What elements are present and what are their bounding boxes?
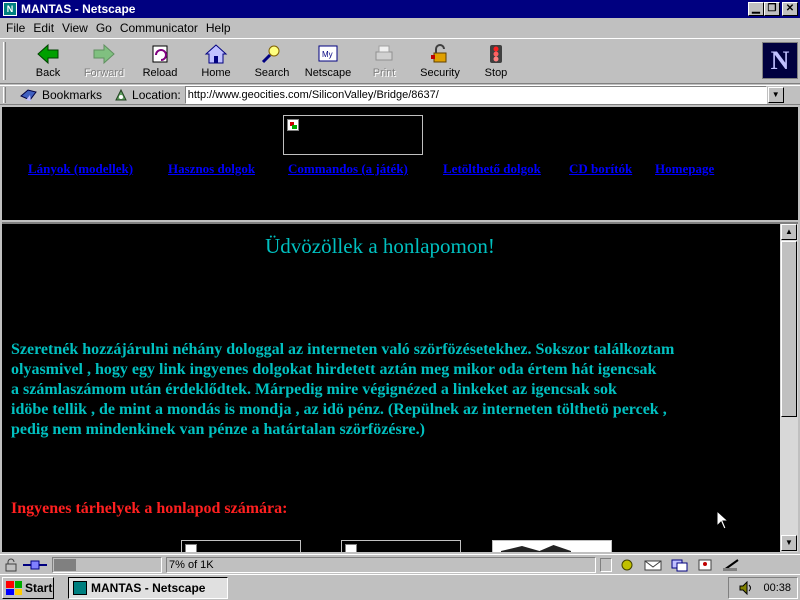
reload-button[interactable]: Reload: [132, 41, 188, 81]
vertical-scrollbar[interactable]: ▲ ▼: [780, 224, 798, 552]
nav-link-hasznos-dolgok[interactable]: Hasznos dolgok: [168, 161, 255, 177]
paragraph-line: idöbe tellik , de mint a mondás is mondj…: [11, 401, 667, 418]
broken-image-icon: [287, 119, 299, 131]
windows-logo-icon: [6, 581, 22, 595]
chevron-up-icon: ▲: [785, 227, 793, 236]
home-icon: [204, 44, 228, 64]
nav-link-cd-boritok[interactable]: CD borítók: [569, 161, 632, 177]
mouse-cursor-icon: [716, 510, 730, 530]
navigator-icon[interactable]: [616, 558, 638, 572]
paragraph-line: a számlaszámom után érdeklődtek. Márpedi…: [11, 381, 617, 398]
broken-image-icon: [345, 544, 357, 552]
component-bar-grip[interactable]: [600, 557, 612, 572]
security-button[interactable]: Security: [412, 41, 468, 81]
back-button[interactable]: Back: [20, 41, 76, 81]
main-content: Üdvözöllek a honlapomon! Szeretnék hozzá…: [2, 224, 780, 552]
scroll-up-button[interactable]: ▲: [781, 224, 797, 240]
nav-links: Lányok (modellek) Hasznos dolgok Command…: [2, 161, 798, 179]
bookmarks-button[interactable]: Bookmarks: [20, 88, 102, 102]
newsgroups-icon[interactable]: [668, 558, 690, 572]
forward-arrow-icon: [93, 43, 115, 65]
taskbar-item-netscape[interactable]: MANTAS - Netscape: [68, 577, 228, 599]
url-field[interactable]: http://www.geocities.com/SiliconValley/B…: [184, 86, 767, 104]
nav-link-letoltheto-dolgok[interactable]: Letölthető dolgok: [443, 161, 541, 177]
status-bar: 7% of 1K: [0, 554, 800, 574]
system-tray: 00:38: [728, 577, 798, 599]
close-button[interactable]: ✕: [782, 2, 798, 16]
hosting-logo-image[interactable]: [492, 540, 612, 552]
nav-link-commandos[interactable]: Commandos (a játék): [288, 161, 408, 177]
printer-icon: [375, 45, 393, 61]
menu-go[interactable]: Go: [92, 21, 116, 35]
broken-image-icon: [185, 544, 197, 552]
hosting-link-image[interactable]: [181, 540, 301, 552]
menu-file[interactable]: File: [2, 21, 29, 35]
netscape-icon: My: [318, 45, 338, 62]
chevron-down-icon: ▼: [785, 538, 793, 547]
stop-button[interactable]: Stop: [468, 41, 524, 81]
maximize-button[interactable]: ❐: [764, 2, 780, 16]
title-bar: N MANTAS - Netscape ▁ ❐ ✕: [0, 0, 800, 18]
forward-button[interactable]: Forward: [76, 41, 132, 81]
location-toolbar: Bookmarks Location: http://www.geocities…: [0, 85, 800, 105]
search-icon: [261, 45, 280, 64]
paragraph-line: Szeretnék hozzájárulni néhány dologgal a…: [11, 341, 675, 358]
netscape-logo[interactable]: N: [762, 42, 798, 79]
progress-fill: [54, 558, 77, 571]
security-lock-icon[interactable]: [2, 558, 20, 572]
menu-view[interactable]: View: [58, 21, 92, 35]
clock[interactable]: 00:38: [763, 582, 791, 594]
stop-icon: [490, 45, 502, 63]
scrollbar-thumb[interactable]: [781, 241, 797, 417]
start-button[interactable]: Start: [2, 577, 54, 599]
menu-communicator[interactable]: Communicator: [116, 21, 202, 35]
speaker-icon[interactable]: [739, 581, 753, 595]
minimize-button[interactable]: ▁: [748, 2, 764, 16]
netscape-button[interactable]: My Netscape: [300, 41, 356, 81]
status-text: 7% of 1K: [166, 556, 596, 573]
scroll-down-button[interactable]: ▼: [781, 535, 797, 551]
menu-bar: File Edit View Go Communicator Help: [0, 19, 800, 37]
address-book-icon[interactable]: [694, 558, 716, 572]
toolbar-grip[interactable]: [3, 42, 6, 80]
intro-paragraph: Szeretnék hozzájárulni néhány dologgal a…: [11, 340, 751, 440]
search-button[interactable]: Search: [244, 41, 300, 81]
back-arrow-icon: [37, 43, 59, 65]
progress-bar: [52, 556, 162, 573]
netscape-app-icon[interactable]: N: [3, 2, 17, 16]
banner-image-placeholder: [283, 115, 423, 155]
windows-taskbar: Start MANTAS - Netscape 00:38: [0, 574, 800, 600]
navigation-toolbar: Back Forward Reload Home Search My Netsc…: [0, 38, 800, 84]
url-dropdown-button[interactable]: ▼: [767, 87, 784, 103]
top-frame: Lányok (modellek) Hasznos dolgok Command…: [2, 107, 798, 220]
home-button[interactable]: Home: [188, 41, 244, 81]
nav-link-homepage[interactable]: Homepage: [655, 161, 714, 177]
hosting-link-image[interactable]: [341, 540, 461, 552]
print-button[interactable]: Print: [356, 41, 412, 81]
location-toolbar-grip[interactable]: [3, 87, 6, 103]
welcome-heading: Üdvözöllek a honlapomon!: [265, 234, 495, 258]
free-hosting-heading: Ingyenes tárhelyek a honlapod számára:: [11, 500, 288, 517]
netscape-app-icon: [73, 581, 87, 595]
menu-edit[interactable]: Edit: [29, 21, 58, 35]
location-label: Location:: [132, 88, 181, 102]
composer-icon[interactable]: [720, 558, 742, 572]
nav-link-lanyok[interactable]: Lányok (modellek): [28, 161, 133, 177]
menu-help[interactable]: Help: [202, 21, 235, 35]
bookmarks-icon: [20, 89, 37, 101]
paragraph-line: olyasmivel , hogy egy link ingyenes dolg…: [11, 361, 657, 378]
mail-icon[interactable]: [642, 558, 664, 572]
window-title: MANTAS - Netscape: [21, 2, 136, 16]
svg-text:My: My: [322, 50, 333, 59]
page-proxy-icon[interactable]: [114, 88, 128, 102]
padlock-icon: [431, 44, 447, 63]
main-frame: Üdvözöllek a honlapomon! Szeretnék hozzá…: [2, 222, 798, 552]
chevron-down-icon: ▼: [771, 90, 780, 99]
paragraph-line: pedig nem mindenkinek van pénze a határt…: [11, 421, 425, 438]
reload-icon: [152, 45, 168, 63]
connection-icon: [23, 560, 47, 569]
